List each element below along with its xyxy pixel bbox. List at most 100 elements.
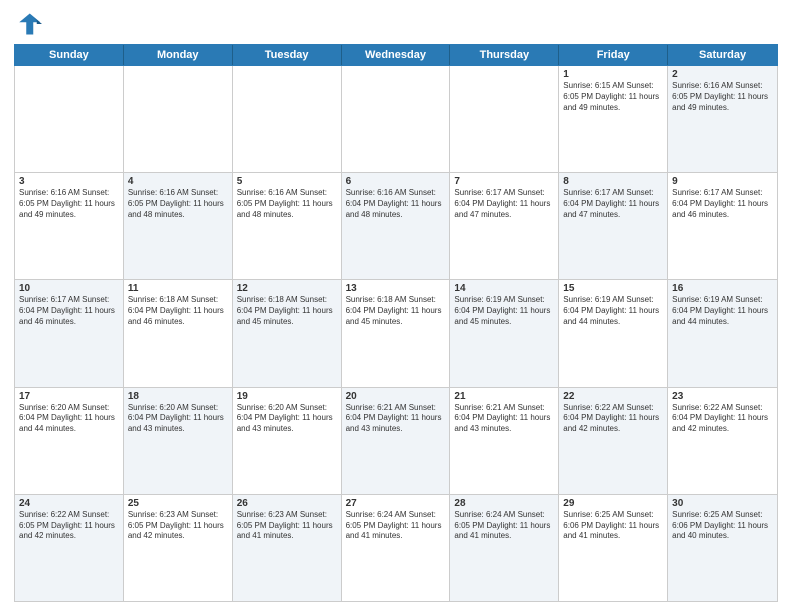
- day-info: Sunrise: 6:25 AM Sunset: 6:06 PM Dayligh…: [563, 510, 663, 542]
- day-header-monday: Monday: [124, 45, 233, 65]
- day-number: 25: [128, 498, 228, 509]
- day-number: 7: [454, 176, 554, 187]
- day-info: Sunrise: 6:22 AM Sunset: 6:04 PM Dayligh…: [672, 403, 773, 435]
- day-number: 5: [237, 176, 337, 187]
- calendar-day-8: 8Sunrise: 6:17 AM Sunset: 6:04 PM Daylig…: [559, 173, 668, 279]
- day-number: 23: [672, 391, 773, 402]
- calendar-day-7: 7Sunrise: 6:17 AM Sunset: 6:04 PM Daylig…: [450, 173, 559, 279]
- calendar-empty-cell: [124, 66, 233, 172]
- calendar-body: 1Sunrise: 6:15 AM Sunset: 6:05 PM Daylig…: [14, 66, 778, 602]
- day-info: Sunrise: 6:19 AM Sunset: 6:04 PM Dayligh…: [672, 295, 773, 327]
- day-number: 3: [19, 176, 119, 187]
- calendar: SundayMondayTuesdayWednesdayThursdayFrid…: [14, 44, 778, 602]
- day-number: 14: [454, 283, 554, 294]
- calendar-day-26: 26Sunrise: 6:23 AM Sunset: 6:05 PM Dayli…: [233, 495, 342, 601]
- calendar-day-3: 3Sunrise: 6:16 AM Sunset: 6:05 PM Daylig…: [15, 173, 124, 279]
- day-header-friday: Friday: [559, 45, 668, 65]
- day-number: 16: [672, 283, 773, 294]
- day-info: Sunrise: 6:16 AM Sunset: 6:05 PM Dayligh…: [19, 188, 119, 220]
- calendar-day-18: 18Sunrise: 6:20 AM Sunset: 6:04 PM Dayli…: [124, 388, 233, 494]
- calendar-empty-cell: [15, 66, 124, 172]
- calendar-day-21: 21Sunrise: 6:21 AM Sunset: 6:04 PM Dayli…: [450, 388, 559, 494]
- day-number: 13: [346, 283, 446, 294]
- calendar-day-16: 16Sunrise: 6:19 AM Sunset: 6:04 PM Dayli…: [668, 280, 777, 386]
- day-info: Sunrise: 6:16 AM Sunset: 6:05 PM Dayligh…: [237, 188, 337, 220]
- calendar-day-1: 1Sunrise: 6:15 AM Sunset: 6:05 PM Daylig…: [559, 66, 668, 172]
- day-number: 22: [563, 391, 663, 402]
- calendar-day-10: 10Sunrise: 6:17 AM Sunset: 6:04 PM Dayli…: [15, 280, 124, 386]
- calendar-day-12: 12Sunrise: 6:18 AM Sunset: 6:04 PM Dayli…: [233, 280, 342, 386]
- calendar-week-1: 1Sunrise: 6:15 AM Sunset: 6:05 PM Daylig…: [15, 66, 777, 173]
- day-number: 4: [128, 176, 228, 187]
- day-info: Sunrise: 6:15 AM Sunset: 6:05 PM Dayligh…: [563, 81, 663, 113]
- day-number: 1: [563, 69, 663, 80]
- day-info: Sunrise: 6:21 AM Sunset: 6:04 PM Dayligh…: [454, 403, 554, 435]
- day-info: Sunrise: 6:17 AM Sunset: 6:04 PM Dayligh…: [672, 188, 773, 220]
- day-number: 24: [19, 498, 119, 509]
- calendar-empty-cell: [342, 66, 451, 172]
- calendar-day-28: 28Sunrise: 6:24 AM Sunset: 6:05 PM Dayli…: [450, 495, 559, 601]
- calendar-week-3: 10Sunrise: 6:17 AM Sunset: 6:04 PM Dayli…: [15, 280, 777, 387]
- day-header-tuesday: Tuesday: [233, 45, 342, 65]
- day-number: 12: [237, 283, 337, 294]
- logo: [14, 10, 46, 38]
- calendar-week-4: 17Sunrise: 6:20 AM Sunset: 6:04 PM Dayli…: [15, 388, 777, 495]
- calendar-day-2: 2Sunrise: 6:16 AM Sunset: 6:05 PM Daylig…: [668, 66, 777, 172]
- day-number: 27: [346, 498, 446, 509]
- logo-icon: [14, 10, 42, 38]
- calendar-day-25: 25Sunrise: 6:23 AM Sunset: 6:05 PM Dayli…: [124, 495, 233, 601]
- day-info: Sunrise: 6:19 AM Sunset: 6:04 PM Dayligh…: [454, 295, 554, 327]
- day-info: Sunrise: 6:23 AM Sunset: 6:05 PM Dayligh…: [128, 510, 228, 542]
- day-number: 6: [346, 176, 446, 187]
- day-number: 21: [454, 391, 554, 402]
- calendar-day-11: 11Sunrise: 6:18 AM Sunset: 6:04 PM Dayli…: [124, 280, 233, 386]
- calendar-day-17: 17Sunrise: 6:20 AM Sunset: 6:04 PM Dayli…: [15, 388, 124, 494]
- day-info: Sunrise: 6:16 AM Sunset: 6:05 PM Dayligh…: [672, 81, 773, 113]
- day-info: Sunrise: 6:18 AM Sunset: 6:04 PM Dayligh…: [346, 295, 446, 327]
- day-info: Sunrise: 6:17 AM Sunset: 6:04 PM Dayligh…: [454, 188, 554, 220]
- calendar-header-row: SundayMondayTuesdayWednesdayThursdayFrid…: [14, 44, 778, 66]
- day-info: Sunrise: 6:20 AM Sunset: 6:04 PM Dayligh…: [19, 403, 119, 435]
- calendar-day-19: 19Sunrise: 6:20 AM Sunset: 6:04 PM Dayli…: [233, 388, 342, 494]
- day-info: Sunrise: 6:20 AM Sunset: 6:04 PM Dayligh…: [128, 403, 228, 435]
- calendar-day-22: 22Sunrise: 6:22 AM Sunset: 6:04 PM Dayli…: [559, 388, 668, 494]
- calendar-day-9: 9Sunrise: 6:17 AM Sunset: 6:04 PM Daylig…: [668, 173, 777, 279]
- day-number: 2: [672, 69, 773, 80]
- day-number: 18: [128, 391, 228, 402]
- day-number: 15: [563, 283, 663, 294]
- calendar-empty-cell: [450, 66, 559, 172]
- calendar-day-14: 14Sunrise: 6:19 AM Sunset: 6:04 PM Dayli…: [450, 280, 559, 386]
- page-container: SundayMondayTuesdayWednesdayThursdayFrid…: [0, 0, 792, 612]
- day-number: 11: [128, 283, 228, 294]
- day-info: Sunrise: 6:16 AM Sunset: 6:05 PM Dayligh…: [128, 188, 228, 220]
- day-number: 30: [672, 498, 773, 509]
- day-number: 10: [19, 283, 119, 294]
- day-number: 8: [563, 176, 663, 187]
- calendar-day-20: 20Sunrise: 6:21 AM Sunset: 6:04 PM Dayli…: [342, 388, 451, 494]
- day-number: 9: [672, 176, 773, 187]
- day-info: Sunrise: 6:16 AM Sunset: 6:04 PM Dayligh…: [346, 188, 446, 220]
- day-info: Sunrise: 6:18 AM Sunset: 6:04 PM Dayligh…: [128, 295, 228, 327]
- header: [14, 10, 778, 38]
- day-number: 19: [237, 391, 337, 402]
- calendar-day-6: 6Sunrise: 6:16 AM Sunset: 6:04 PM Daylig…: [342, 173, 451, 279]
- day-number: 26: [237, 498, 337, 509]
- day-info: Sunrise: 6:23 AM Sunset: 6:05 PM Dayligh…: [237, 510, 337, 542]
- day-info: Sunrise: 6:18 AM Sunset: 6:04 PM Dayligh…: [237, 295, 337, 327]
- calendar-day-30: 30Sunrise: 6:25 AM Sunset: 6:06 PM Dayli…: [668, 495, 777, 601]
- calendar-week-5: 24Sunrise: 6:22 AM Sunset: 6:05 PM Dayli…: [15, 495, 777, 601]
- day-info: Sunrise: 6:22 AM Sunset: 6:04 PM Dayligh…: [563, 403, 663, 435]
- calendar-day-24: 24Sunrise: 6:22 AM Sunset: 6:05 PM Dayli…: [15, 495, 124, 601]
- day-info: Sunrise: 6:21 AM Sunset: 6:04 PM Dayligh…: [346, 403, 446, 435]
- calendar-day-5: 5Sunrise: 6:16 AM Sunset: 6:05 PM Daylig…: [233, 173, 342, 279]
- day-info: Sunrise: 6:17 AM Sunset: 6:04 PM Dayligh…: [563, 188, 663, 220]
- day-info: Sunrise: 6:25 AM Sunset: 6:06 PM Dayligh…: [672, 510, 773, 542]
- day-info: Sunrise: 6:20 AM Sunset: 6:04 PM Dayligh…: [237, 403, 337, 435]
- calendar-week-2: 3Sunrise: 6:16 AM Sunset: 6:05 PM Daylig…: [15, 173, 777, 280]
- calendar-empty-cell: [233, 66, 342, 172]
- calendar-day-29: 29Sunrise: 6:25 AM Sunset: 6:06 PM Dayli…: [559, 495, 668, 601]
- calendar-day-23: 23Sunrise: 6:22 AM Sunset: 6:04 PM Dayli…: [668, 388, 777, 494]
- day-info: Sunrise: 6:24 AM Sunset: 6:05 PM Dayligh…: [346, 510, 446, 542]
- calendar-day-4: 4Sunrise: 6:16 AM Sunset: 6:05 PM Daylig…: [124, 173, 233, 279]
- day-number: 20: [346, 391, 446, 402]
